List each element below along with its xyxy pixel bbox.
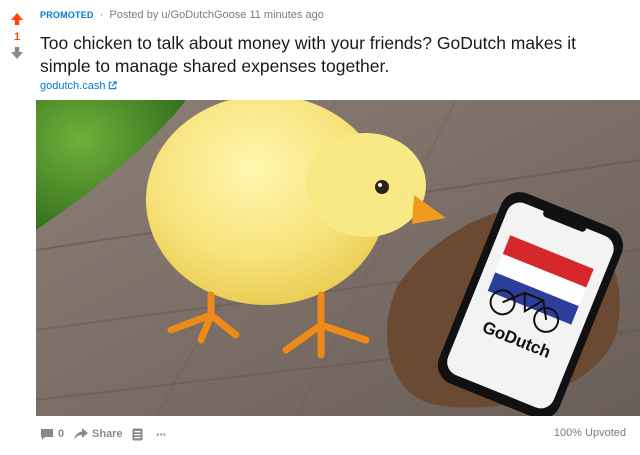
comments-count: 0 <box>58 428 65 440</box>
post-footer: 0 Share ··· 100% Upvoted <box>36 423 640 445</box>
post-time: 11 minutes ago <box>249 9 324 21</box>
share-button[interactable]: Share <box>74 423 123 445</box>
vote-column: 1 <box>0 0 34 455</box>
upvote-ratio: 100% Upvoted <box>553 427 626 439</box>
vote-score: 1 <box>13 31 21 43</box>
post-image[interactable]: GoDutch <box>36 100 640 416</box>
upvote-arrow-icon[interactable] <box>10 12 24 26</box>
post-title[interactable]: Too chicken to talk about money with you… <box>40 32 630 78</box>
comment-icon <box>41 428 53 440</box>
meta-separator: · <box>99 9 104 21</box>
chick-photo: GoDutch <box>36 100 640 416</box>
comments-button[interactable]: 0 <box>40 423 64 445</box>
external-link[interactable]: godutch.cash <box>40 80 118 92</box>
share-icon <box>74 428 88 440</box>
save-icon <box>132 428 143 440</box>
more-icon: ··· <box>156 426 167 442</box>
posted-by[interactable]: Posted by u/GoDutchGoose <box>109 9 246 21</box>
more-options-button[interactable]: ··· <box>156 423 167 445</box>
external-link-icon <box>109 81 118 90</box>
save-button[interactable] <box>132 423 143 445</box>
share-label: Share <box>92 428 123 440</box>
downvote-arrow-icon[interactable] <box>10 46 24 60</box>
post-meta: PROMOTED · Posted by u/GoDutchGoose 11 m… <box>40 9 324 21</box>
promoted-label: PROMOTED <box>40 10 94 20</box>
link-text[interactable]: godutch.cash <box>40 80 105 92</box>
